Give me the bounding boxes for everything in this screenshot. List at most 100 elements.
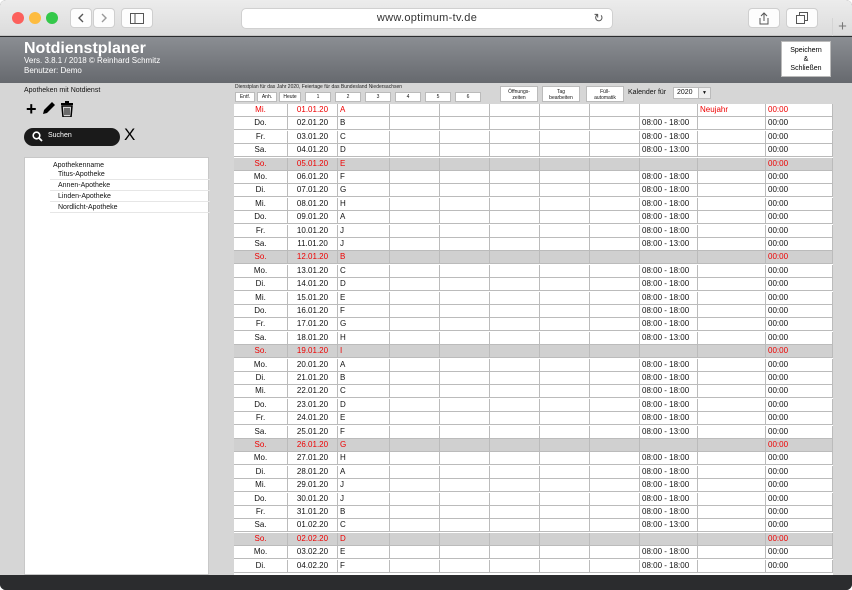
cell-empty[interactable] [590,278,640,292]
cell-date[interactable]: 10.01.20 [288,224,338,238]
cell-note[interactable] [698,492,766,506]
table-row[interactable]: So. 02.02.20 D 00:00 [234,532,833,546]
cell-empty[interactable] [590,358,640,372]
cell-empty[interactable] [440,439,490,452]
table-row[interactable]: Fr. 03.01.20 C 08:00 - 18:00 00:00 [234,130,833,144]
table-row[interactable]: So. 26.01.20 G 00:00 [234,439,833,452]
cell-date[interactable]: 24.01.20 [288,412,338,426]
cell-hours[interactable]: 08:00 - 18:00 [640,559,698,573]
table-row[interactable]: Sa. 01.02.20 C 08:00 - 13:00 00:00 [234,519,833,533]
cell-end[interactable]: 00:00 [766,398,833,412]
cell-hours[interactable]: 08:00 - 13:00 [640,331,698,345]
cell-empty[interactable] [490,104,540,117]
cell-empty[interactable] [490,479,540,493]
cell-empty[interactable] [390,130,440,144]
add-icon[interactable]: + [26,100,37,118]
cell-hours[interactable]: 08:00 - 18:00 [640,492,698,506]
toolbar-button-week-4[interactable]: 4 [395,92,421,102]
cell-empty[interactable] [490,291,540,305]
cell-empty[interactable] [590,452,640,466]
cell-empty[interactable] [390,184,440,198]
cell-code[interactable]: B [338,251,390,265]
cell-empty[interactable] [540,372,590,385]
cell-empty[interactable] [590,465,640,479]
cell-code[interactable]: F [338,425,390,439]
cell-empty[interactable] [540,331,590,345]
cell-end[interactable]: 00:00 [766,251,833,265]
cell-empty[interactable] [540,278,590,292]
pharmacy-list-item[interactable]: Annen-Apotheke [50,180,210,191]
cell-empty[interactable] [540,318,590,332]
cell-empty[interactable] [490,425,540,439]
cell-empty[interactable] [590,439,640,452]
cell-day[interactable]: Fr. [234,130,288,144]
cell-empty[interactable] [590,171,640,184]
cell-empty[interactable] [440,412,490,426]
cell-code[interactable]: B [338,506,390,519]
sidebar-button[interactable] [121,8,153,28]
cell-note[interactable] [698,117,766,131]
cell-empty[interactable] [540,559,590,573]
cell-note[interactable] [698,465,766,479]
cell-end[interactable]: 00:00 [766,479,833,493]
minimize-window-icon[interactable] [29,12,41,24]
cell-empty[interactable] [490,506,540,519]
cell-empty[interactable] [390,412,440,426]
new-tab-button[interactable]: + [832,18,852,36]
cell-end[interactable]: 00:00 [766,465,833,479]
cell-hours[interactable]: 08:00 - 18:00 [640,318,698,332]
cell-empty[interactable] [540,157,590,171]
cell-empty[interactable] [490,492,540,506]
toolbar-button-append[interactable]: Anh. [257,92,277,102]
table-row[interactable]: Di. 14.01.20 D 08:00 - 18:00 00:00 [234,278,833,292]
cell-empty[interactable] [540,492,590,506]
table-row[interactable]: Fr. 17.01.20 G 08:00 - 18:00 00:00 [234,318,833,332]
cell-code[interactable]: A [338,358,390,372]
cell-empty[interactable] [540,479,590,493]
cell-date[interactable]: 01.01.20 [288,104,338,117]
cell-day[interactable]: Mi. [234,385,288,399]
cell-empty[interactable] [440,305,490,318]
cell-hours[interactable] [640,104,698,117]
cell-note[interactable] [698,130,766,144]
cell-note[interactable] [698,318,766,332]
cell-code[interactable]: F [338,305,390,318]
cell-empty[interactable] [390,506,440,519]
cell-day[interactable]: So. [234,439,288,452]
cell-empty[interactable] [390,452,440,466]
cell-end[interactable]: 00:00 [766,117,833,131]
cell-empty[interactable] [390,251,440,265]
cell-hours[interactable]: 08:00 - 18:00 [640,305,698,318]
cell-empty[interactable] [490,452,540,466]
cell-empty[interactable] [490,130,540,144]
cell-empty[interactable] [540,238,590,251]
cell-hours[interactable]: 08:00 - 18:00 [640,211,698,225]
cell-empty[interactable] [590,425,640,439]
cell-hours[interactable]: 08:00 - 18:00 [640,479,698,493]
cell-code[interactable]: C [338,385,390,399]
cell-code[interactable]: G [338,318,390,332]
cell-note[interactable] [698,532,766,546]
cell-date[interactable]: 22.01.20 [288,385,338,399]
cell-hours[interactable]: 08:00 - 18:00 [640,184,698,198]
cell-empty[interactable] [390,439,440,452]
cell-end[interactable]: 00:00 [766,305,833,318]
cell-empty[interactable] [440,251,490,265]
cell-end[interactable]: 00:00 [766,318,833,332]
year-select[interactable]: 2020 ▼ [673,87,711,99]
cell-end[interactable]: 00:00 [766,345,833,359]
table-row[interactable]: So. 12.01.20 B 00:00 [234,251,833,265]
cell-day[interactable]: Di. [234,465,288,479]
cell-empty[interactable] [540,532,590,546]
cell-empty[interactable] [440,211,490,225]
table-row[interactable]: Mo. 20.01.20 A 08:00 - 18:00 00:00 [234,358,833,372]
cell-code[interactable]: A [338,465,390,479]
toolbar-button-week-3[interactable]: 3 [365,92,391,102]
cell-note[interactable] [698,358,766,372]
cell-day[interactable]: Fr. [234,224,288,238]
cell-empty[interactable] [390,224,440,238]
cell-code[interactable]: F [338,559,390,573]
cell-day[interactable]: Di. [234,184,288,198]
cell-code[interactable]: A [338,211,390,225]
cell-date[interactable]: 21.01.20 [288,372,338,385]
